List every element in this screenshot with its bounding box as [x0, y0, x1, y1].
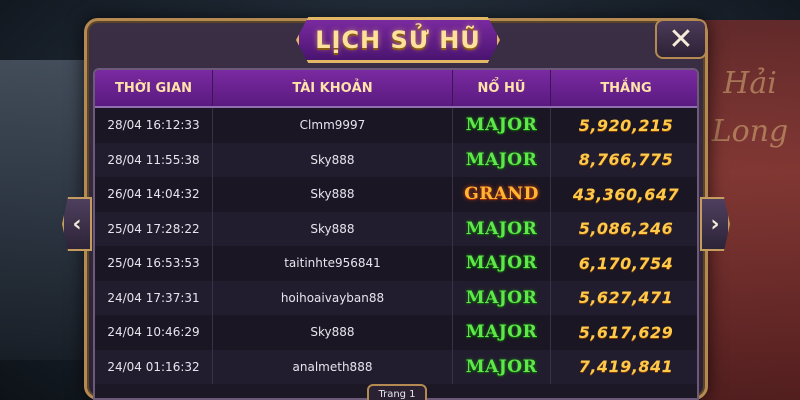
cell-account-text: Sky888: [310, 152, 355, 167]
cell-time: 26/04 14:04:32: [95, 177, 213, 212]
cell-account: Sky888: [213, 211, 453, 246]
cell-account-text: analmeth888: [292, 359, 373, 374]
table-header: THỜI GIAN TÀI KHOẢN NỔ HŨ THẮNG: [95, 70, 697, 108]
cell-time-text: 26/04 14:04:32: [107, 187, 200, 202]
cell-time: 25/04 16:53:53: [95, 246, 213, 281]
dialog-title: LỊCH SỬ HŨ: [315, 26, 481, 54]
cell-account: analmeth888: [213, 349, 453, 384]
cell-time-text: 28/04 16:12:33: [107, 118, 200, 133]
cell-account-text: Sky888: [310, 221, 355, 236]
next-page-button[interactable]: ›: [700, 197, 730, 251]
cell-time: 24/04 17:37:31: [95, 280, 213, 315]
table-body: 28/04 16:12:33 Clmm9997 MAJOR 5,920,215 28/0…: [95, 108, 697, 384]
cell-win: 43,360,647: [551, 177, 697, 212]
cell-time-text: 25/04 17:28:22: [107, 221, 200, 236]
table-row: 26/04 14:04:32 Sky888 GRAND 43,360,647: [95, 177, 697, 212]
cell-win: 8,766,775: [551, 143, 697, 178]
cell-time: 28/04 16:12:33: [95, 108, 213, 143]
header-account: TÀI KHOẢN: [213, 70, 453, 106]
header-jackpot: NỔ HŨ: [453, 70, 551, 106]
chevron-left-icon: ‹: [72, 211, 82, 237]
cell-time: 24/04 01:16:32: [95, 349, 213, 384]
cell-time-text: 24/04 17:37:31: [107, 290, 200, 305]
major-jackpot-label: MAJOR: [465, 218, 538, 239]
cell-jackpot: MAJOR: [453, 211, 551, 246]
table-row: 28/04 11:55:38 Sky888 MAJOR 8,766,775: [95, 142, 697, 178]
cell-account-text: Clmm9997: [299, 118, 366, 133]
major-jackpot-label: MAJOR: [465, 115, 538, 136]
close-icon: ✕: [668, 21, 694, 57]
chevron-right-icon: ›: [710, 211, 720, 237]
cell-jackpot: MAJOR: [453, 142, 551, 177]
cell-account: Sky888: [213, 142, 453, 177]
cell-win: 5,086,246: [551, 212, 697, 247]
table-row: 28/04 16:12:33 Clmm9997 MAJOR 5,920,215: [95, 108, 697, 143]
cell-jackpot: GRAND: [453, 177, 551, 212]
cell-time: 25/04 17:28:22: [95, 211, 213, 246]
win-amount: 6,170,754: [578, 253, 674, 273]
header-time: THỜI GIAN: [95, 70, 213, 106]
win-amount: 5,086,246: [578, 219, 674, 239]
win-amount: 8,766,775: [578, 150, 674, 170]
close-button[interactable]: ✕: [655, 19, 707, 59]
cell-time-text: 24/04 01:16:32: [107, 359, 200, 374]
major-jackpot-label: MAJOR: [465, 149, 538, 170]
table-row: 24/04 10:46:29 Sky888 MAJOR 5,617,629: [95, 315, 697, 350]
header-win: THẮNG: [600, 80, 652, 96]
cell-account: Sky888: [213, 177, 453, 212]
cell-win: 5,627,471: [551, 281, 697, 316]
win-amount: 5,627,471: [578, 288, 674, 308]
win-amount: 5,920,215: [578, 115, 674, 135]
cell-account: taitinhte956841: [213, 246, 453, 281]
cell-win: 5,920,215: [551, 108, 697, 143]
table-row: 25/04 17:28:22 Sky888 MAJOR 5,086,246: [95, 211, 697, 247]
table-row: 24/04 01:16:32 analmeth888 MAJOR 7,419,841: [95, 349, 697, 385]
cell-time: 28/04 11:55:38: [95, 142, 213, 177]
cell-time-text: 28/04 11:55:38: [107, 152, 200, 167]
major-jackpot-label: MAJOR: [465, 287, 538, 308]
cell-jackpot: MAJOR: [453, 108, 551, 143]
major-jackpot-label: MAJOR: [465, 356, 538, 377]
cell-account-text: taitinhte956841: [284, 256, 381, 271]
cell-account-text: Sky888: [310, 325, 355, 340]
cell-win: 6,170,754: [551, 246, 697, 281]
win-amount: 43,360,647: [572, 184, 680, 204]
dialog-title-plate: LỊCH SỬ HŨ: [296, 17, 500, 63]
cell-jackpot: MAJOR: [453, 280, 551, 315]
win-amount: 5,617,629: [578, 322, 674, 342]
major-jackpot-label: MAJOR: [465, 253, 538, 274]
grand-jackpot-label: GRAND: [464, 184, 539, 205]
cell-jackpot: MAJOR: [453, 349, 551, 384]
background-calligraphy: Hải Long: [711, 66, 789, 149]
cell-account: Clmm9997: [213, 108, 453, 143]
jackpot-history-table: THỜI GIAN TÀI KHOẢN NỔ HŨ THẮNG 28/04 16…: [93, 68, 699, 400]
major-jackpot-label: MAJOR: [465, 322, 538, 343]
cell-time-text: 25/04 16:53:53: [107, 256, 200, 271]
cell-time-text: 24/04 10:46:29: [107, 325, 200, 340]
prev-page-button[interactable]: ‹: [62, 197, 92, 251]
cell-account-text: hoihoaivayban88: [280, 290, 385, 305]
cell-account-text: Sky888: [310, 187, 355, 202]
cell-account: Sky888: [213, 315, 453, 350]
table-row: 25/04 16:53:53 taitinhte956841 MAJOR 6,170,…: [95, 246, 697, 281]
cell-jackpot: MAJOR: [453, 315, 551, 350]
win-amount: 7,419,841: [578, 357, 674, 377]
cell-win: 7,419,841: [551, 350, 697, 385]
cell-jackpot: MAJOR: [453, 246, 551, 281]
cell-account: hoihoaivayban88: [213, 280, 453, 315]
table-row: 24/04 17:37:31 hoihoaivayban88 MAJOR 5,627,…: [95, 280, 697, 316]
page-indicator[interactable]: Trang 1: [367, 384, 427, 400]
cell-time: 24/04 10:46:29: [95, 315, 213, 350]
cell-win: 5,617,629: [551, 315, 697, 350]
